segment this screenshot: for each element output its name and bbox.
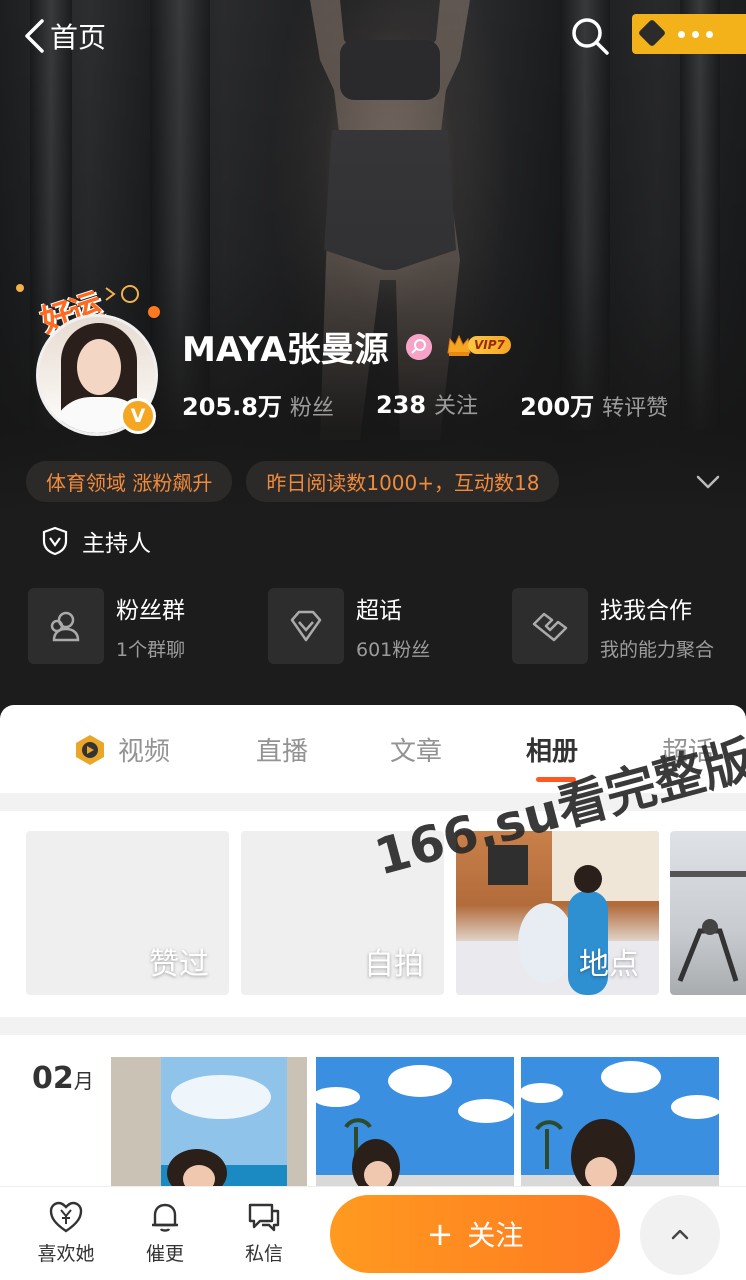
- more-dots-icon: [678, 30, 713, 38]
- tab-label: 视频: [118, 737, 171, 767]
- like-her-button[interactable]: 喜欢她: [26, 1199, 106, 1266]
- album-row: 赞过 自拍 地点: [0, 811, 746, 1017]
- tab-super-topic[interactable]: 超话: [662, 731, 714, 768]
- highlight-pills: 体育领域 涨粉飙升 昨日阅读数1000+，互动数18: [26, 460, 573, 502]
- diamond-icon: [290, 610, 322, 642]
- message-button[interactable]: 私信: [224, 1199, 304, 1266]
- followers-stat[interactable]: 205.8万 粉丝: [182, 387, 334, 422]
- vip-badge[interactable]: VIP7: [446, 332, 516, 358]
- reposts-likes-stat[interactable]: 200万 转评赞: [520, 387, 668, 422]
- bottom-label: 私信: [244, 1243, 283, 1265]
- profile-name: MAYA张曼源: [182, 330, 389, 370]
- feature-subtitle: 601粉丝: [356, 638, 431, 661]
- super-topic-card[interactable]: 超话 601粉丝: [268, 588, 430, 664]
- tab-articles[interactable]: 文章: [390, 731, 442, 768]
- stat-label: 转评赞: [602, 395, 669, 421]
- photo-image: [111, 1057, 307, 1197]
- month-header: 02月: [32, 1061, 94, 1096]
- female-gender-icon: [406, 334, 432, 360]
- photo-image: [521, 1057, 719, 1197]
- tab-live[interactable]: 直播: [256, 731, 308, 768]
- album-label: 赞过: [149, 947, 209, 982]
- active-tab-indicator: [536, 777, 576, 782]
- album-gym[interactable]: [670, 831, 746, 995]
- remind-update-button[interactable]: 催更: [125, 1199, 205, 1266]
- feature-title: 找我合作: [600, 597, 692, 624]
- album-selfie[interactable]: 自拍: [241, 831, 444, 995]
- bell-icon: [152, 1203, 178, 1232]
- shield-icon: [42, 526, 68, 556]
- chevron-up-icon: [671, 1229, 689, 1240]
- diamond-icon-box: [268, 588, 344, 664]
- month-number: 02: [32, 1061, 74, 1096]
- bottom-action-bar: 喜欢她 催更 私信 + 关注: [0, 1186, 746, 1280]
- tab-label: 超话: [662, 737, 715, 767]
- avatar[interactable]: V: [36, 314, 158, 436]
- highlight-pill-reads[interactable]: 昨日阅读数1000+，互动数18: [246, 460, 560, 502]
- scroll-top-button[interactable]: [640, 1195, 720, 1275]
- heart-yen-icon: [49, 1201, 83, 1233]
- bottom-label: 喜欢她: [37, 1243, 95, 1265]
- stat-value: 238: [375, 391, 427, 419]
- album-label: 地点: [579, 947, 639, 982]
- follow-button[interactable]: + 关注: [330, 1195, 620, 1273]
- album-location[interactable]: 地点: [456, 831, 659, 995]
- profile-stats: 205.8万 粉丝 238 关注 200万 转评赞: [182, 386, 710, 422]
- feature-subtitle: 1个群聊: [116, 638, 186, 661]
- chevron-left-icon: [25, 19, 44, 53]
- highlight-pill-domain[interactable]: 体育领域 涨粉飙升: [26, 460, 233, 502]
- verified-badge: V: [120, 398, 156, 434]
- stat-label: 关注: [434, 394, 479, 419]
- divider: [0, 793, 746, 811]
- chevron-down-icon[interactable]: [694, 468, 722, 496]
- album-label: 自拍: [364, 947, 424, 982]
- divider: [0, 1017, 746, 1035]
- tab-video[interactable]: 视频: [72, 731, 170, 768]
- back-button[interactable]: 首页: [22, 16, 106, 56]
- album-liked[interactable]: 赞过: [26, 831, 229, 995]
- handshake-icon: [532, 612, 568, 642]
- stat-value: 205.8万: [182, 392, 282, 421]
- month-unit: 月: [73, 1069, 94, 1093]
- top-bar: 首页: [0, 0, 746, 78]
- tab-label: 文章: [390, 737, 443, 767]
- bottom-label: 催更: [145, 1243, 184, 1265]
- group-icon: [50, 611, 80, 642]
- feature-title: 粉丝群: [116, 597, 185, 624]
- photo-thumbnail[interactable]: [111, 1057, 307, 1197]
- tab-album[interactable]: 相册: [526, 731, 579, 782]
- tag-icon: [637, 18, 667, 48]
- plus-icon: +: [426, 1215, 454, 1253]
- photo-thumbnail[interactable]: [316, 1057, 514, 1197]
- cooperation-card[interactable]: 找我合作 我的能力聚合: [512, 588, 714, 664]
- search-icon[interactable]: [570, 16, 610, 56]
- video-icon: [76, 734, 104, 765]
- photo-image: [316, 1057, 514, 1197]
- vip-level: VIP7: [468, 336, 511, 354]
- feature-subtitle: 我的能力聚合: [600, 638, 715, 661]
- back-label: 首页: [50, 21, 107, 54]
- more-button[interactable]: [632, 14, 746, 54]
- feature-title: 超话: [356, 597, 402, 624]
- tab-bar: 视频 直播 文章 相册 超话: [0, 705, 746, 793]
- handshake-icon-box: [512, 588, 588, 664]
- following-stat[interactable]: 238 关注: [376, 388, 478, 420]
- fan-group-card[interactable]: 粉丝群 1个群聊: [28, 588, 185, 664]
- role-label: 主持人: [42, 524, 151, 558]
- group-icon-box: [28, 588, 104, 664]
- chat-icon: [248, 1203, 280, 1232]
- gym-thumbnail: [670, 871, 746, 982]
- photo-thumbnail[interactable]: [521, 1057, 719, 1197]
- follow-label: 关注: [467, 1219, 524, 1252]
- stat-value: 200万: [520, 392, 595, 421]
- role-text: 主持人: [82, 531, 151, 557]
- stat-label: 粉丝: [289, 395, 334, 421]
- tab-label: 直播: [256, 737, 309, 767]
- tab-label: 相册: [526, 737, 579, 767]
